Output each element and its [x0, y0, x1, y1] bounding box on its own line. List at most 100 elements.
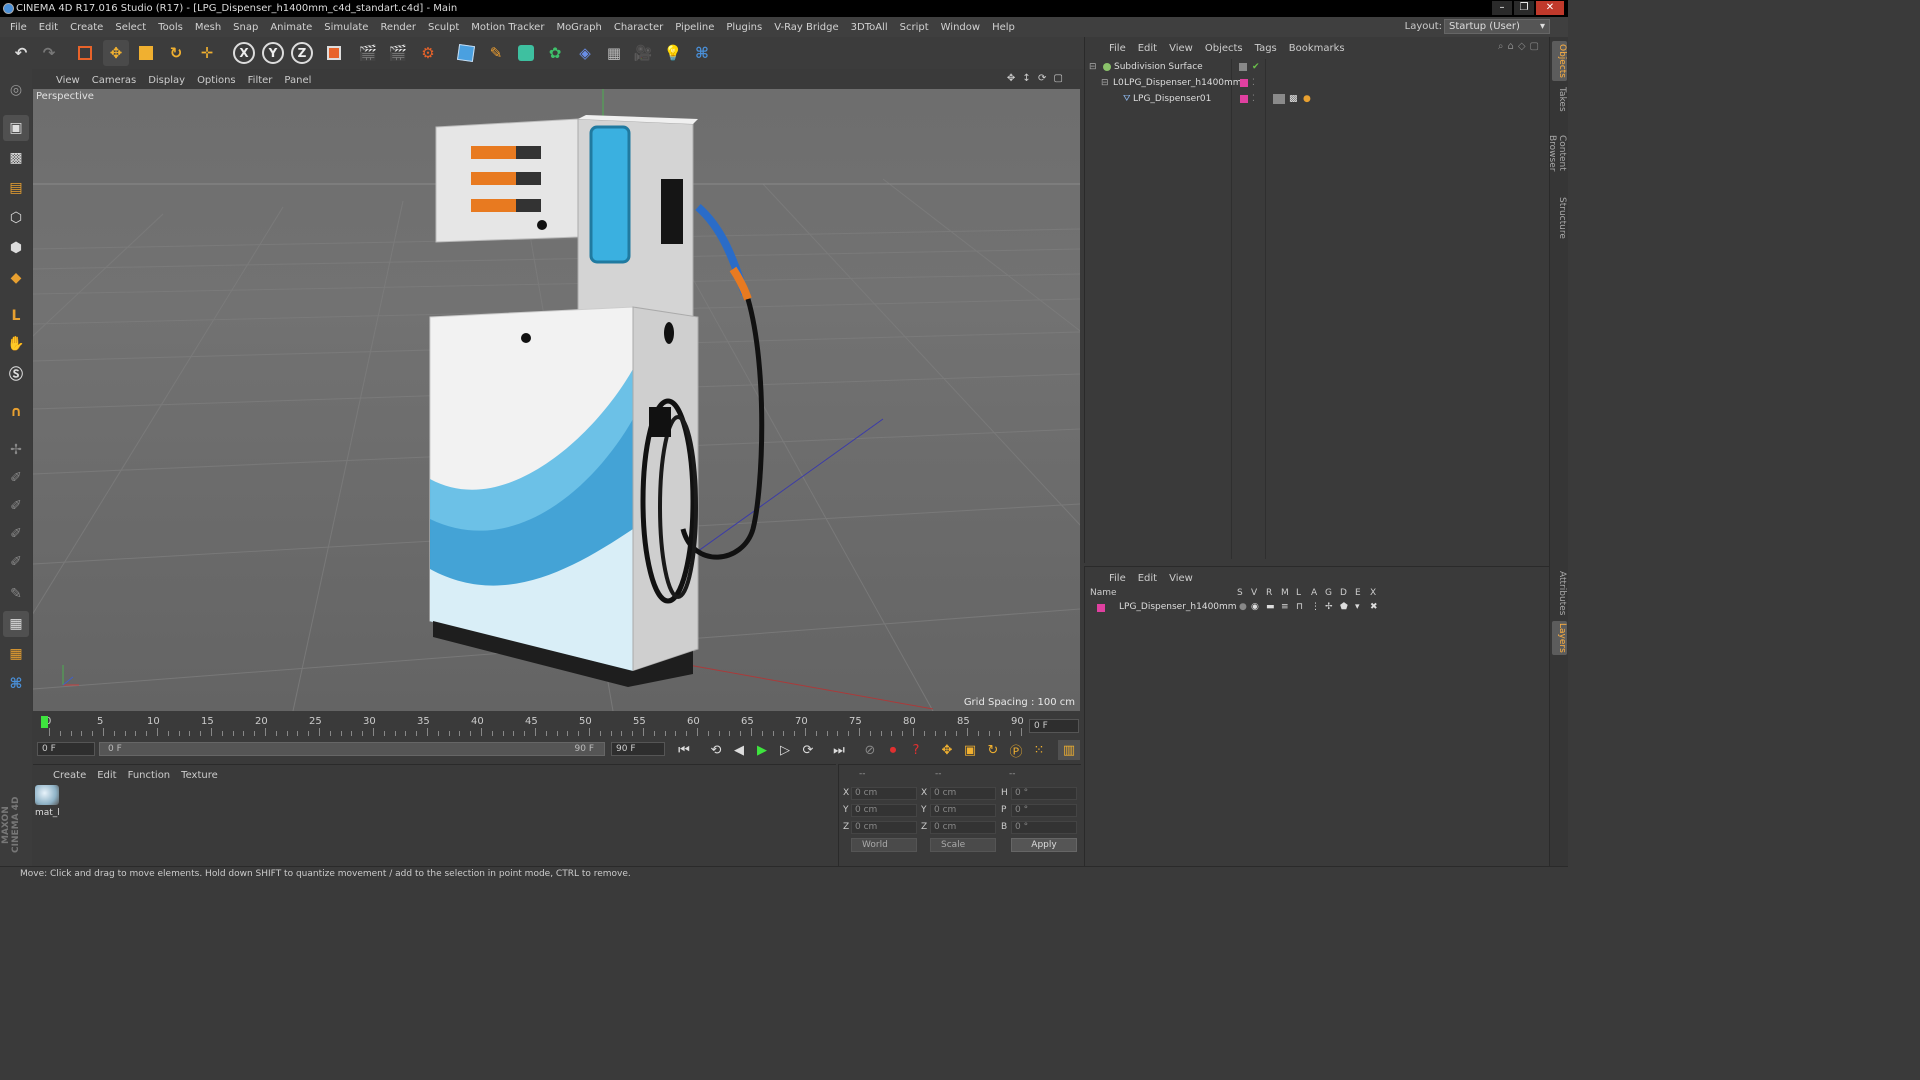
auto-keying-icon[interactable]: ⏺ — [882, 740, 904, 760]
axis-mode-icon[interactable]: L — [3, 303, 29, 329]
om-search-icons[interactable]: ⌕⌂◇▢ — [1498, 41, 1543, 52]
key-scale-icon[interactable]: ▣ — [959, 740, 981, 760]
material-menu-function[interactable]: Function — [124, 770, 178, 781]
layer-color-icon[interactable] — [1240, 79, 1248, 87]
pos-y-field[interactable]: 0 cm — [851, 804, 917, 817]
om-menu-view[interactable]: View — [1165, 43, 1201, 54]
polygons-mode-icon[interactable]: ◆ — [3, 265, 29, 291]
visibility-dots-icon[interactable]: ⁚ — [1252, 91, 1255, 107]
material-name[interactable]: mat_l — [35, 808, 60, 818]
collapse-icon[interactable]: ⊟ — [1089, 59, 1097, 75]
perspective-viewport[interactable]: Perspective Grid Spacing : 100 cm — [33, 89, 1080, 711]
om-menu-edit[interactable]: Edit — [1134, 43, 1165, 54]
object-name[interactable]: LPG_Dispenser01 — [1133, 91, 1211, 107]
key-parameter-icon[interactable]: Ⓟ — [1005, 740, 1027, 760]
transform-mode-dropdown[interactable]: Scale — [930, 838, 996, 852]
object-row[interactable]: ⊟ L0 LPG_Dispenser_h1400mm ⁚ — [1089, 75, 1547, 91]
render-view-icon[interactable]: 🎬 — [355, 40, 381, 66]
model-mode-icon[interactable]: ▣ — [3, 115, 29, 141]
rotate-icon[interactable]: ↻ — [163, 40, 189, 66]
rot-h-field[interactable]: 0 ° — [1011, 787, 1077, 800]
menu-snap[interactable]: Snap — [227, 22, 264, 33]
next-key-icon[interactable]: ⟳ — [797, 740, 819, 760]
material-menu-create[interactable]: Create — [49, 770, 93, 781]
viewport-menu-cameras[interactable]: Cameras — [88, 75, 144, 86]
pen-spline-icon[interactable]: ✎ — [483, 40, 509, 66]
menu-mograph[interactable]: MoGraph — [550, 22, 607, 33]
deformer-icon[interactable]: ⬟ — [1340, 601, 1348, 614]
python-icon[interactable]: ⌘ — [689, 40, 715, 66]
animation-icon[interactable]: ⋮ — [1311, 601, 1320, 614]
menu-edit[interactable]: Edit — [33, 22, 64, 33]
menu-pipeline[interactable]: Pipeline — [669, 22, 720, 33]
lm-menu-edit[interactable]: Edit — [1134, 573, 1165, 584]
coordinate-system-icon[interactable] — [321, 40, 347, 66]
size-y-field[interactable]: 0 cm — [930, 804, 996, 817]
python-script-icon[interactable]: ⌘ — [3, 671, 29, 697]
menu-sculpt[interactable]: Sculpt — [422, 22, 465, 33]
maximize-button[interactable]: ❐ — [1514, 1, 1534, 15]
om-menu-bookmarks[interactable]: Bookmarks — [1285, 43, 1353, 54]
redo-icon[interactable]: ↷ — [36, 40, 62, 66]
transform-icon[interactable]: ✛ — [194, 40, 220, 66]
record-keys-icon[interactable]: ⊘ — [859, 740, 881, 760]
tab-takes[interactable]: Takes — [1552, 85, 1567, 113]
size-x-field[interactable]: 0 cm — [930, 787, 996, 800]
visibility-dots-icon[interactable]: ⁚ — [1252, 75, 1255, 91]
minimize-button[interactable]: – — [1492, 1, 1512, 15]
view-eye-icon[interactable]: ◉ — [1251, 601, 1259, 614]
layer-color-icon[interactable] — [1097, 604, 1105, 612]
layer-color-icon[interactable] — [1240, 95, 1248, 103]
om-menu-tags[interactable]: Tags — [1251, 43, 1285, 54]
subdivision-icon[interactable] — [513, 40, 539, 66]
menu-render[interactable]: Render — [374, 22, 422, 33]
object-row[interactable]: ⛛ LPG_Dispenser01 ⁚ ▩ ● — [1089, 91, 1547, 107]
timeline-ruler[interactable]: 0 5 10 15 20 25 30 35 40 45 50 55 60 65 … — [33, 714, 1081, 738]
menu-mesh[interactable]: Mesh — [189, 22, 227, 33]
xref-icon[interactable]: ✖ — [1370, 601, 1378, 614]
menu-script[interactable]: Script — [894, 22, 935, 33]
points-mode-icon[interactable]: ⬡ — [3, 205, 29, 231]
rot-b-field[interactable]: 0 ° — [1011, 821, 1077, 834]
live-selection-icon[interactable] — [72, 40, 98, 66]
cloner-icon[interactable]: ✿ — [542, 40, 568, 66]
pos-x-field[interactable]: 0 cm — [851, 787, 917, 800]
undo-icon[interactable]: ↶ — [8, 40, 34, 66]
menu-character[interactable]: Character — [608, 22, 669, 33]
timeline-playhead[interactable] — [41, 716, 48, 728]
menu-simulate[interactable]: Simulate — [318, 22, 374, 33]
object-name[interactable]: Subdivision Surface — [1114, 59, 1203, 75]
grid-lock-icon[interactable]: ▦ — [3, 611, 29, 637]
x-axis-lock-icon[interactable]: X — [231, 40, 257, 66]
menu-help[interactable]: Help — [986, 22, 1021, 33]
viewport-menu-view[interactable]: View — [52, 75, 88, 86]
menu-tools[interactable]: Tools — [152, 22, 189, 33]
texture-mode-icon[interactable]: ▩ — [3, 145, 29, 171]
light-icon[interactable]: 💡 — [660, 40, 686, 66]
lock-icon[interactable]: ⊓ — [1296, 601, 1303, 614]
material-menu-texture[interactable]: Texture — [177, 770, 225, 781]
camera-icon[interactable]: 🎥 — [630, 40, 656, 66]
viewport-menu-panel[interactable]: Panel — [280, 75, 319, 86]
layer-row[interactable]: LPG_Dispenser_h1400mm ● ◉ ▬ ≡ ⊓ ⋮ ✢ ⬟ ▾ … — [1089, 601, 1547, 614]
viewport-menu-options[interactable]: Options — [193, 75, 244, 86]
magnet-icon[interactable]: ∩ — [3, 399, 29, 425]
previous-key-icon[interactable]: ⟲ — [705, 740, 727, 760]
workplane-icon[interactable]: ▤ — [3, 175, 29, 201]
enabled-check-icon[interactable]: ✔ — [1252, 59, 1260, 75]
expression-icon[interactable]: ▾ — [1355, 601, 1360, 614]
tab-objects[interactable]: Objects — [1552, 41, 1567, 81]
om-menu-file[interactable]: File — [1105, 43, 1134, 54]
brush-tool-icon[interactable]: ✢ — [3, 437, 29, 463]
render-settings-icon[interactable]: ⚙ — [415, 40, 441, 66]
menu-motion-tracker[interactable]: Motion Tracker — [465, 22, 550, 33]
play-icon[interactable]: ▶ — [751, 740, 773, 760]
tab-attributes[interactable]: Attributes — [1552, 567, 1567, 619]
floor-icon[interactable]: ▦ — [601, 40, 627, 66]
lm-menu-view[interactable]: View — [1165, 573, 1201, 584]
timeline-track[interactable]: 0 5 10 15 20 25 30 35 40 45 50 55 60 65 … — [41, 714, 1027, 738]
render-picture-viewer-icon[interactable]: 🎬 — [385, 40, 411, 66]
viewport-navigation-icons[interactable]: ✥ ↕ ⟳ ▢ — [1003, 73, 1073, 84]
lasso-icon[interactable]: ✎ — [3, 581, 29, 607]
y-axis-lock-icon[interactable]: Y — [260, 40, 286, 66]
